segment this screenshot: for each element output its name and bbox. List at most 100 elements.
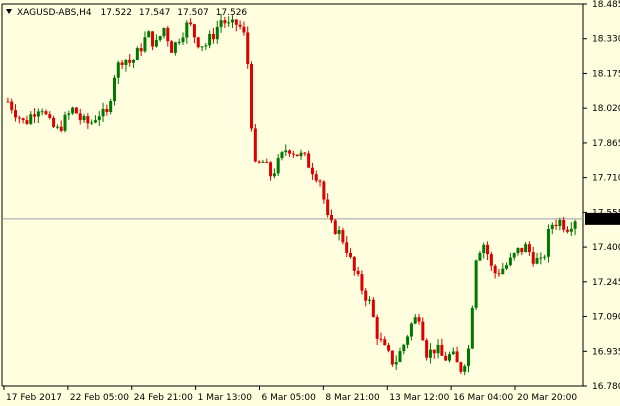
y-tick-label: 17.555 [592,208,620,218]
candle-body [436,344,440,354]
candle-body [181,37,185,43]
candle-body [535,258,539,264]
candle-body [120,62,124,65]
candle-body [368,299,372,301]
candle-body [428,349,432,358]
candle-body [71,107,75,114]
candle-body [139,48,143,52]
candle-body [97,116,101,121]
candle-body [269,162,273,177]
candle-body [558,219,562,227]
candle-body [444,355,448,361]
y-tick-label: 18.175 [592,69,620,79]
candle-body [10,101,14,111]
candle-body [151,31,155,47]
candle-body [86,116,90,124]
candle-body [310,167,314,175]
candle-body [455,351,459,363]
candle-body [569,228,573,232]
candle-body [379,338,383,340]
candle-body [470,307,474,349]
candle-body [170,41,174,53]
candle-body [112,77,116,101]
candle-body [192,24,196,38]
y-tick-label: 18.330 [592,35,620,45]
candle-body [425,340,429,358]
y-tick-label: 17.865 [592,139,620,149]
candle-body [463,366,467,372]
y-tick-label: 18.485 [592,0,620,10]
candle-body [539,257,543,259]
dropdown-triangle-icon[interactable] [6,9,12,14]
y-tick-label: 17.400 [592,243,620,253]
candle-body [432,349,436,354]
candle-body [173,42,177,53]
candle-body [467,348,471,367]
candle-body [109,100,113,113]
x-axis: 17 Feb 2017 22 Feb 05:00 24 Feb 21:00 1 Mar… [3,386,577,403]
candle-body [371,299,375,317]
y-tick-label: 16.780 [592,382,620,392]
x-tick-label: 22 Feb 05:00 [70,393,129,403]
candle-body [14,110,18,118]
candle-body [63,114,67,131]
candle-body [352,256,356,271]
candle-body [105,108,109,113]
candle-body [497,273,501,275]
candle-body [489,254,493,266]
chart-header: XAGUSD-ABS,H4 17.522 17.547 17.507 17.52… [6,8,247,18]
candle-body [482,244,486,253]
candle-body [447,354,451,361]
candle-body [318,180,322,182]
candle-body [402,344,406,352]
candle-body [562,219,566,230]
candle-body [211,33,215,40]
candle-body [82,116,86,121]
y-axis: 18.485 18.330 18.175 18.020 17.865 17.710 17.5… [583,0,620,392]
x-tick-label: 16 Mar 04:00 [453,393,513,403]
candle-body [128,59,132,63]
candle-body [295,154,299,157]
candle-body [29,114,33,124]
candle-body [413,317,417,324]
candle-body [417,317,421,322]
candle-body [486,244,490,255]
candle-body [508,257,512,266]
candle-body [78,113,82,121]
candle-body [74,107,78,114]
candle-body [200,46,204,48]
candle-body [375,316,379,339]
svg-text:XAGUSD-ABS,H4 17.522: XAGUSD-ABS,H4 17.522 17.547 17.507 17.52… [17,8,247,18]
candle-body [162,27,166,37]
candles [6,13,577,376]
candle-body [55,126,59,128]
symbol-label: XAGUSD-ABS,H4 [17,8,92,18]
candle-body [474,260,478,308]
candle-body [154,39,158,47]
x-tick-label: 6 Mar 05:00 [262,393,317,403]
candle-body [261,161,265,163]
chart-area[interactable]: 17.526 18.485 18.330 18.175 18.020 17.865 17.… [0,0,620,406]
candle-body [36,111,40,117]
candle-body [337,230,341,234]
candle-body [208,33,212,46]
candle-body [409,323,413,337]
candle-body [349,252,353,257]
candle-body [234,19,238,25]
candle-body [25,120,29,124]
candle-body [242,26,246,33]
candle-body [196,37,200,48]
candle-body [390,350,394,365]
high-value: 17.547 [139,8,171,18]
candle-body [543,256,547,258]
candle-body [341,230,345,243]
candle-body [6,101,10,103]
candle-body [90,122,94,124]
candle-body [356,270,360,275]
candle-body [253,128,257,162]
candle-body [230,19,234,23]
candle-body [223,20,227,24]
candle-body [204,45,208,47]
chart-frame [1,3,584,387]
candle-body [291,153,295,155]
